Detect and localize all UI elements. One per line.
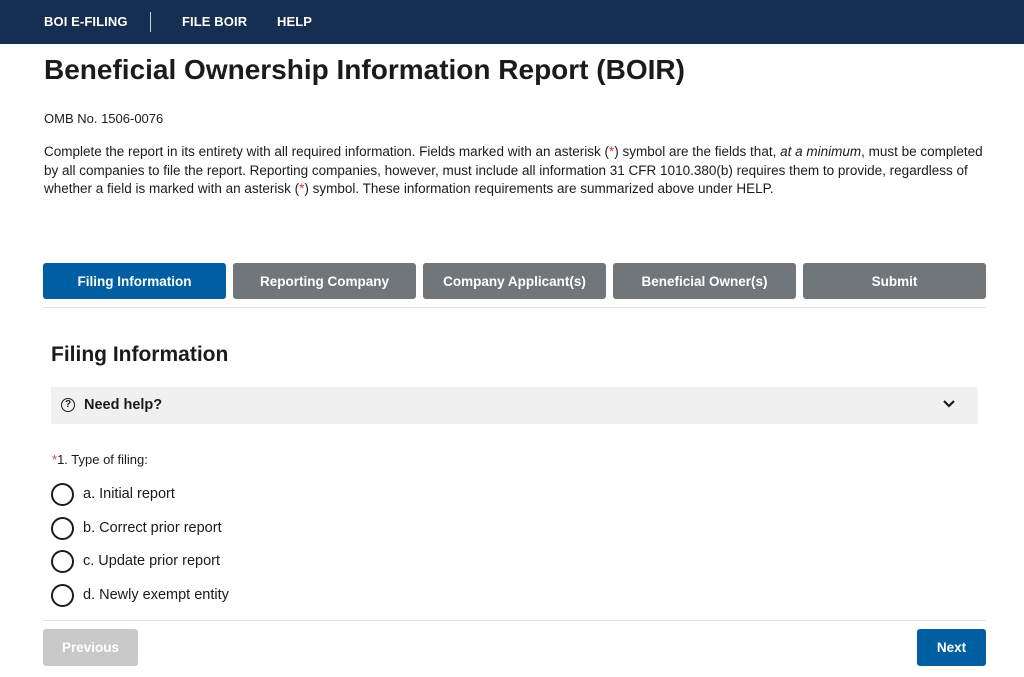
section-divider	[43, 307, 986, 308]
radio-circle[interactable]	[51, 584, 74, 607]
nav-link-help[interactable]: HELP	[277, 14, 312, 29]
radio-label[interactable]: d. Newly exempt entity	[83, 587, 229, 603]
nav-brand-link[interactable]: BOI E-FILING	[44, 14, 128, 29]
step-company-applicants[interactable]: Company Applicant(s)	[423, 263, 606, 299]
nav-link-file-boir[interactable]: FILE BOIR	[182, 14, 247, 29]
intro-text-emphasis: at a minimum	[780, 144, 862, 159]
page-title: Beneficial Ownership Information Report …	[44, 54, 685, 85]
question-circle-icon: ?	[61, 398, 75, 412]
radio-label[interactable]: a. Initial report	[83, 486, 175, 502]
step-filing-information[interactable]: Filing Information	[43, 263, 226, 299]
radio-label[interactable]: c. Update prior report	[83, 553, 220, 569]
nav-divider	[150, 12, 151, 32]
next-button[interactable]: Next	[917, 629, 986, 666]
intro-text-part4: ) symbol. These information requirements…	[304, 181, 774, 196]
step-reporting-company[interactable]: Reporting Company	[233, 263, 416, 299]
section-title: Filing Information	[51, 343, 229, 366]
chevron-down-icon	[943, 400, 955, 408]
question-text: 1. Type of filing:	[57, 452, 148, 467]
radio-label[interactable]: b. Correct prior report	[83, 520, 222, 536]
radio-circle[interactable]	[51, 483, 74, 506]
intro-text-part2: ) symbol are the fields that,	[614, 144, 781, 159]
need-help-label: Need help?	[84, 397, 163, 413]
top-nav-bar: BOI E-FILING FILE BOIR HELP	[0, 0, 1024, 44]
omb-number: OMB No. 1506-0076	[44, 111, 164, 126]
step-navigation: Filing Information Reporting Company Com…	[43, 263, 986, 299]
need-help-accordion[interactable]: ? Need help?	[51, 387, 978, 424]
previous-button[interactable]: Previous	[43, 629, 138, 666]
footer-divider	[43, 620, 986, 621]
step-submit[interactable]: Submit	[803, 263, 986, 299]
radio-circle[interactable]	[51, 550, 74, 573]
type-of-filing-label: *1. Type of filing:	[52, 452, 148, 467]
radio-circle[interactable]	[51, 517, 74, 540]
step-beneficial-owners[interactable]: Beneficial Owner(s)	[613, 263, 796, 299]
intro-text-part1: Complete the report in its entirety with…	[44, 144, 609, 159]
intro-text: Complete the report in its entirety with…	[44, 143, 994, 199]
